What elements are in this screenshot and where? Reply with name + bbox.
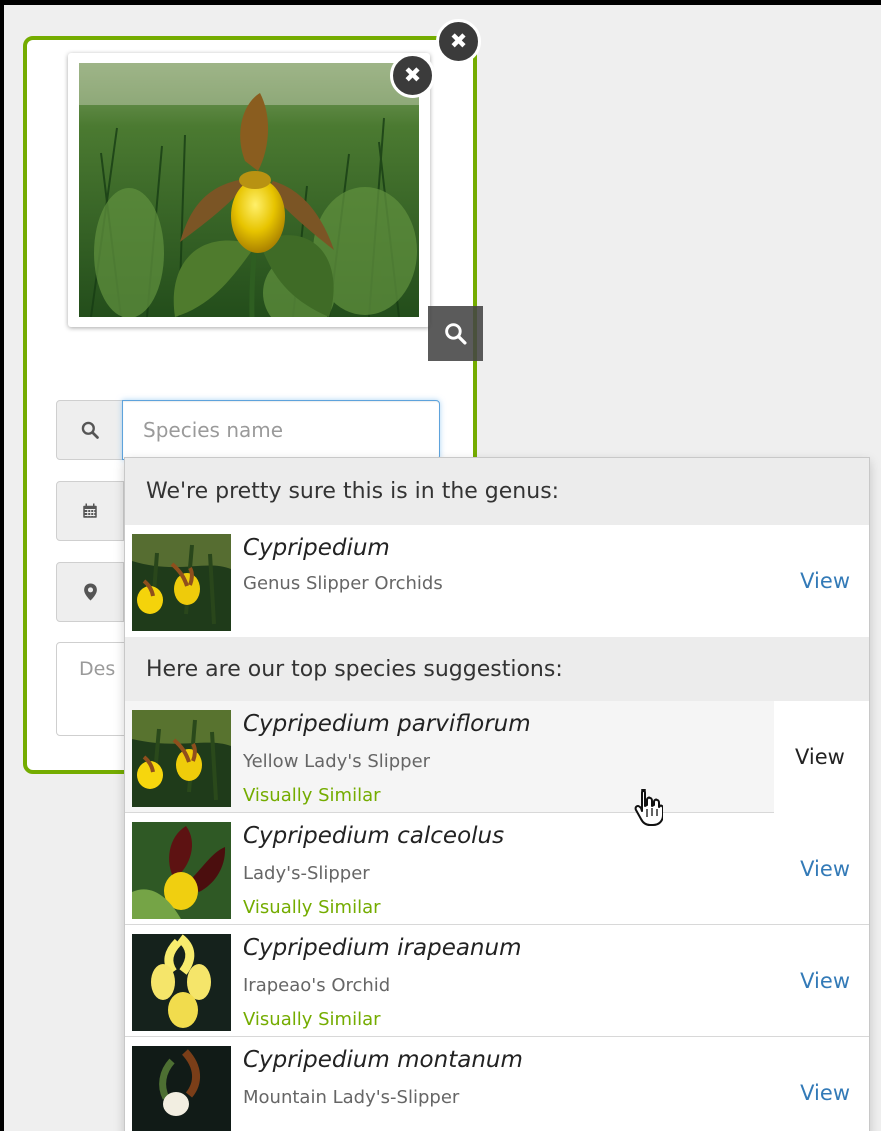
photo-zoom-button[interactable] xyxy=(428,306,483,361)
species-scientific-name: Cypripedium montanum xyxy=(243,1047,523,1073)
species-common-name: Lady's-Slipper xyxy=(243,863,370,884)
cypripedium-irapeanum-thumbnail xyxy=(132,934,231,1031)
close-icon: ✖ xyxy=(449,29,468,53)
species-scientific-name: Cypripedium parviflorum xyxy=(243,711,531,737)
species-scientific-name: Cypripedium calceolus xyxy=(243,823,505,849)
genus-section-title: We're pretty sure this is in the genus: xyxy=(146,479,560,504)
date-addon xyxy=(56,481,124,541)
photo-close-button[interactable]: ✖ xyxy=(390,53,435,98)
species-search-addon xyxy=(56,400,124,460)
species-suggestion-row[interactable]: Cypripedium parviflorum Yellow Lady's Sl… xyxy=(125,701,869,813)
species-suggestions-dropdown: We're pretty sure this is in the genus: … xyxy=(124,457,870,1131)
orchid-photo-image xyxy=(79,63,419,317)
observation-screen: ✖ ✖ Species name Des We're pretty sure t… xyxy=(4,5,881,1131)
genus-suggestion-row[interactable]: Cypripedium Genus Slipper Orchids View xyxy=(125,525,869,637)
species-section-title: Here are our top species suggestions: xyxy=(146,656,563,682)
species-view-link[interactable]: View xyxy=(800,925,850,1037)
location-input-row xyxy=(56,562,124,622)
map-marker-icon xyxy=(83,583,97,601)
genus-scientific-name: Cypripedium xyxy=(243,535,390,561)
date-input-row xyxy=(56,481,124,541)
species-thumbnail xyxy=(132,1046,231,1131)
genus-view-link[interactable]: View xyxy=(800,525,850,637)
species-thumbnail xyxy=(132,934,231,1031)
species-suggestion-row[interactable]: Cypripedium irapeanum Irapeao's Orchid V… xyxy=(125,925,869,1037)
species-common-name: Mountain Lady's-Slipper xyxy=(243,1087,460,1108)
cypripedium-calceolus-thumbnail xyxy=(132,822,231,919)
species-section-header: Here are our top species suggestions: xyxy=(125,637,869,701)
visually-similar-label: Visually Similar xyxy=(243,1009,381,1030)
search-icon xyxy=(81,421,99,439)
photo-frame xyxy=(68,53,483,361)
species-view-link[interactable]: View xyxy=(800,813,850,925)
visually-similar-label: Visually Similar xyxy=(243,897,381,918)
species-scientific-name: Cypripedium irapeanum xyxy=(243,935,522,961)
cypripedium-parviflorum-thumbnail xyxy=(132,710,231,807)
genus-thumbnail xyxy=(132,534,231,631)
genus-orchid-thumbnail xyxy=(132,534,231,631)
species-input-row xyxy=(56,400,124,460)
genus-common-name: Genus Slipper Orchids xyxy=(243,573,443,594)
cypripedium-montanum-thumbnail xyxy=(132,1046,231,1131)
visually-similar-label: Visually Similar xyxy=(243,785,381,806)
genus-section-header: We're pretty sure this is in the genus: xyxy=(125,458,869,525)
species-suggestion-row[interactable]: Cypripedium montanum Mountain Lady's-Sli… xyxy=(125,1037,869,1131)
search-icon xyxy=(445,323,467,345)
species-view-link[interactable]: View xyxy=(774,701,869,813)
species-common-name: Yellow Lady's Slipper xyxy=(243,751,431,772)
calendar-icon xyxy=(83,503,97,518)
observation-photo[interactable] xyxy=(79,63,419,317)
description-visible-text: Des xyxy=(79,658,116,680)
close-icon: ✖ xyxy=(403,63,422,87)
card-close-button[interactable]: ✖ xyxy=(436,19,481,64)
species-suggestion-row[interactable]: Cypripedium calceolus Lady's-Slipper Vis… xyxy=(125,813,869,925)
species-common-name: Irapeao's Orchid xyxy=(243,975,391,996)
species-name-input[interactable] xyxy=(122,400,440,460)
hand-pointer-cursor-icon xyxy=(634,789,663,826)
species-thumbnail xyxy=(132,710,231,807)
location-addon xyxy=(56,562,124,622)
species-view-link[interactable]: View xyxy=(800,1037,850,1131)
species-thumbnail xyxy=(132,822,231,919)
